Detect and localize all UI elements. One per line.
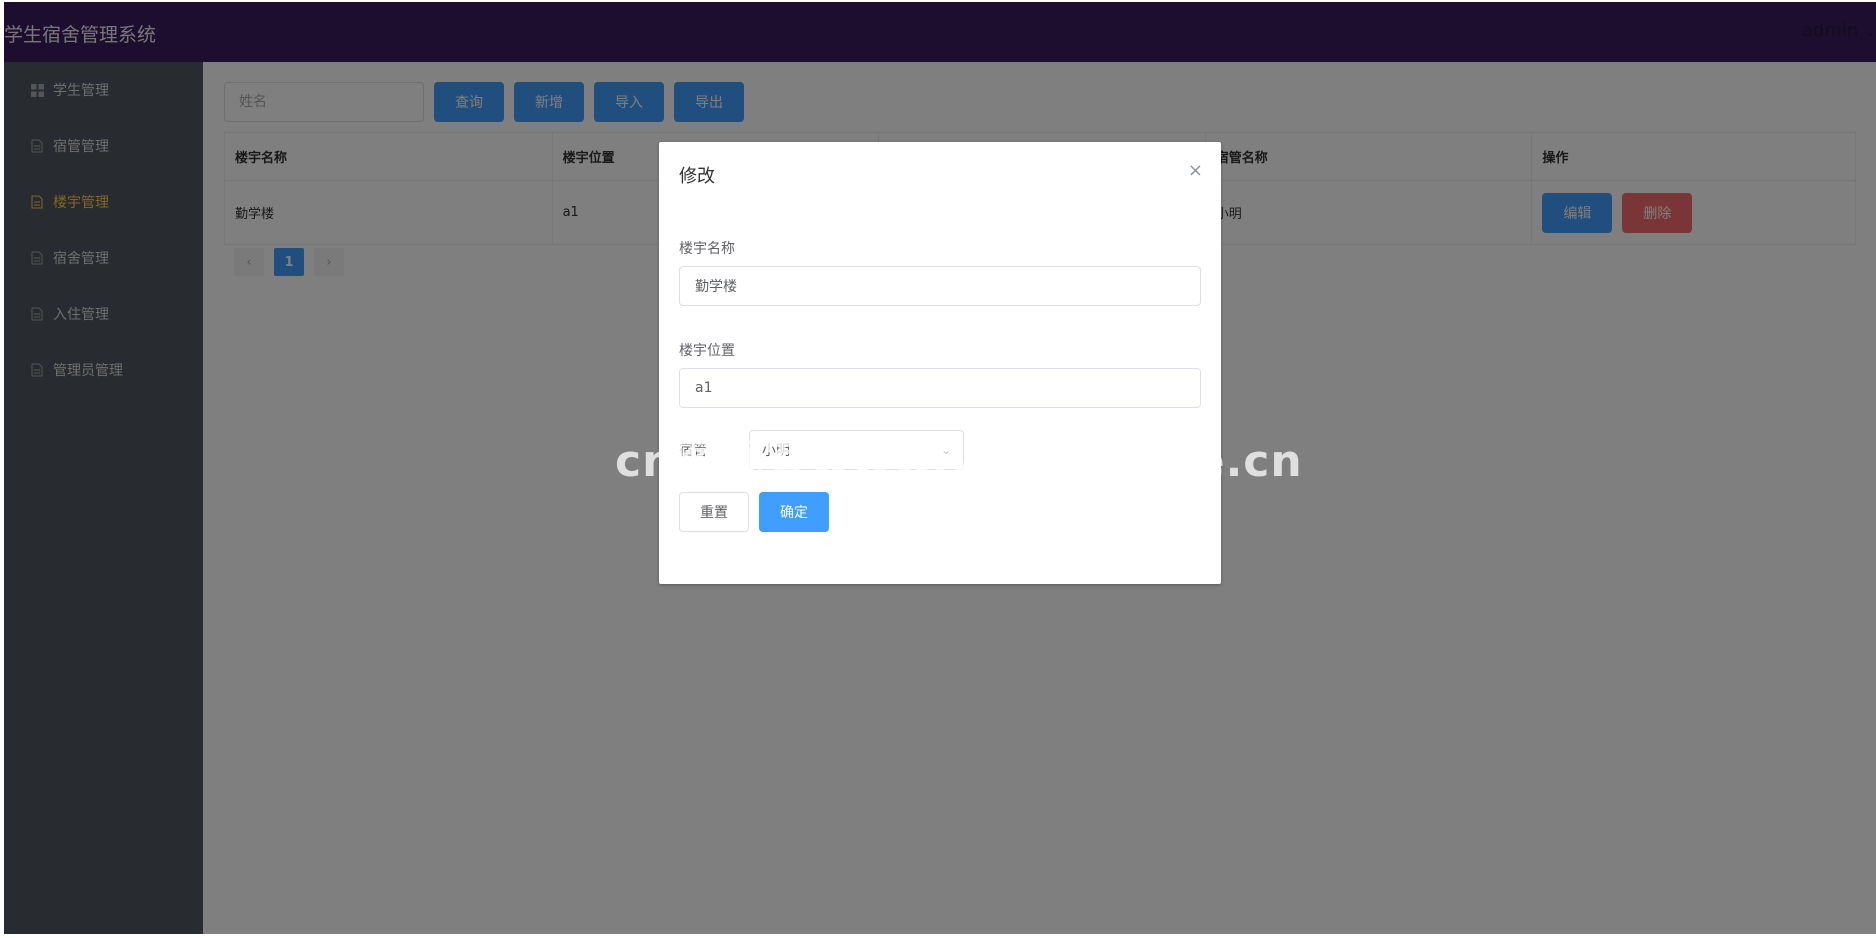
building-name-input[interactable] xyxy=(679,266,1201,306)
building-name-label: 楼宇名称 xyxy=(679,241,735,257)
reset-button[interactable]: 重置 xyxy=(679,492,749,532)
edit-dialog: 修改 × 楼宇名称 楼宇位置 宿管 小明 ⌄ 重置 确定 xyxy=(659,142,1221,584)
watermark-text: cn图观客www.weiguanke.cn xyxy=(615,436,1303,487)
building-location-input[interactable] xyxy=(679,368,1201,408)
close-icon[interactable]: × xyxy=(1188,160,1203,181)
confirm-button[interactable]: 确定 xyxy=(759,492,829,532)
building-location-label: 楼宇位置 xyxy=(679,343,735,359)
dialog-title: 修改 xyxy=(679,166,715,187)
